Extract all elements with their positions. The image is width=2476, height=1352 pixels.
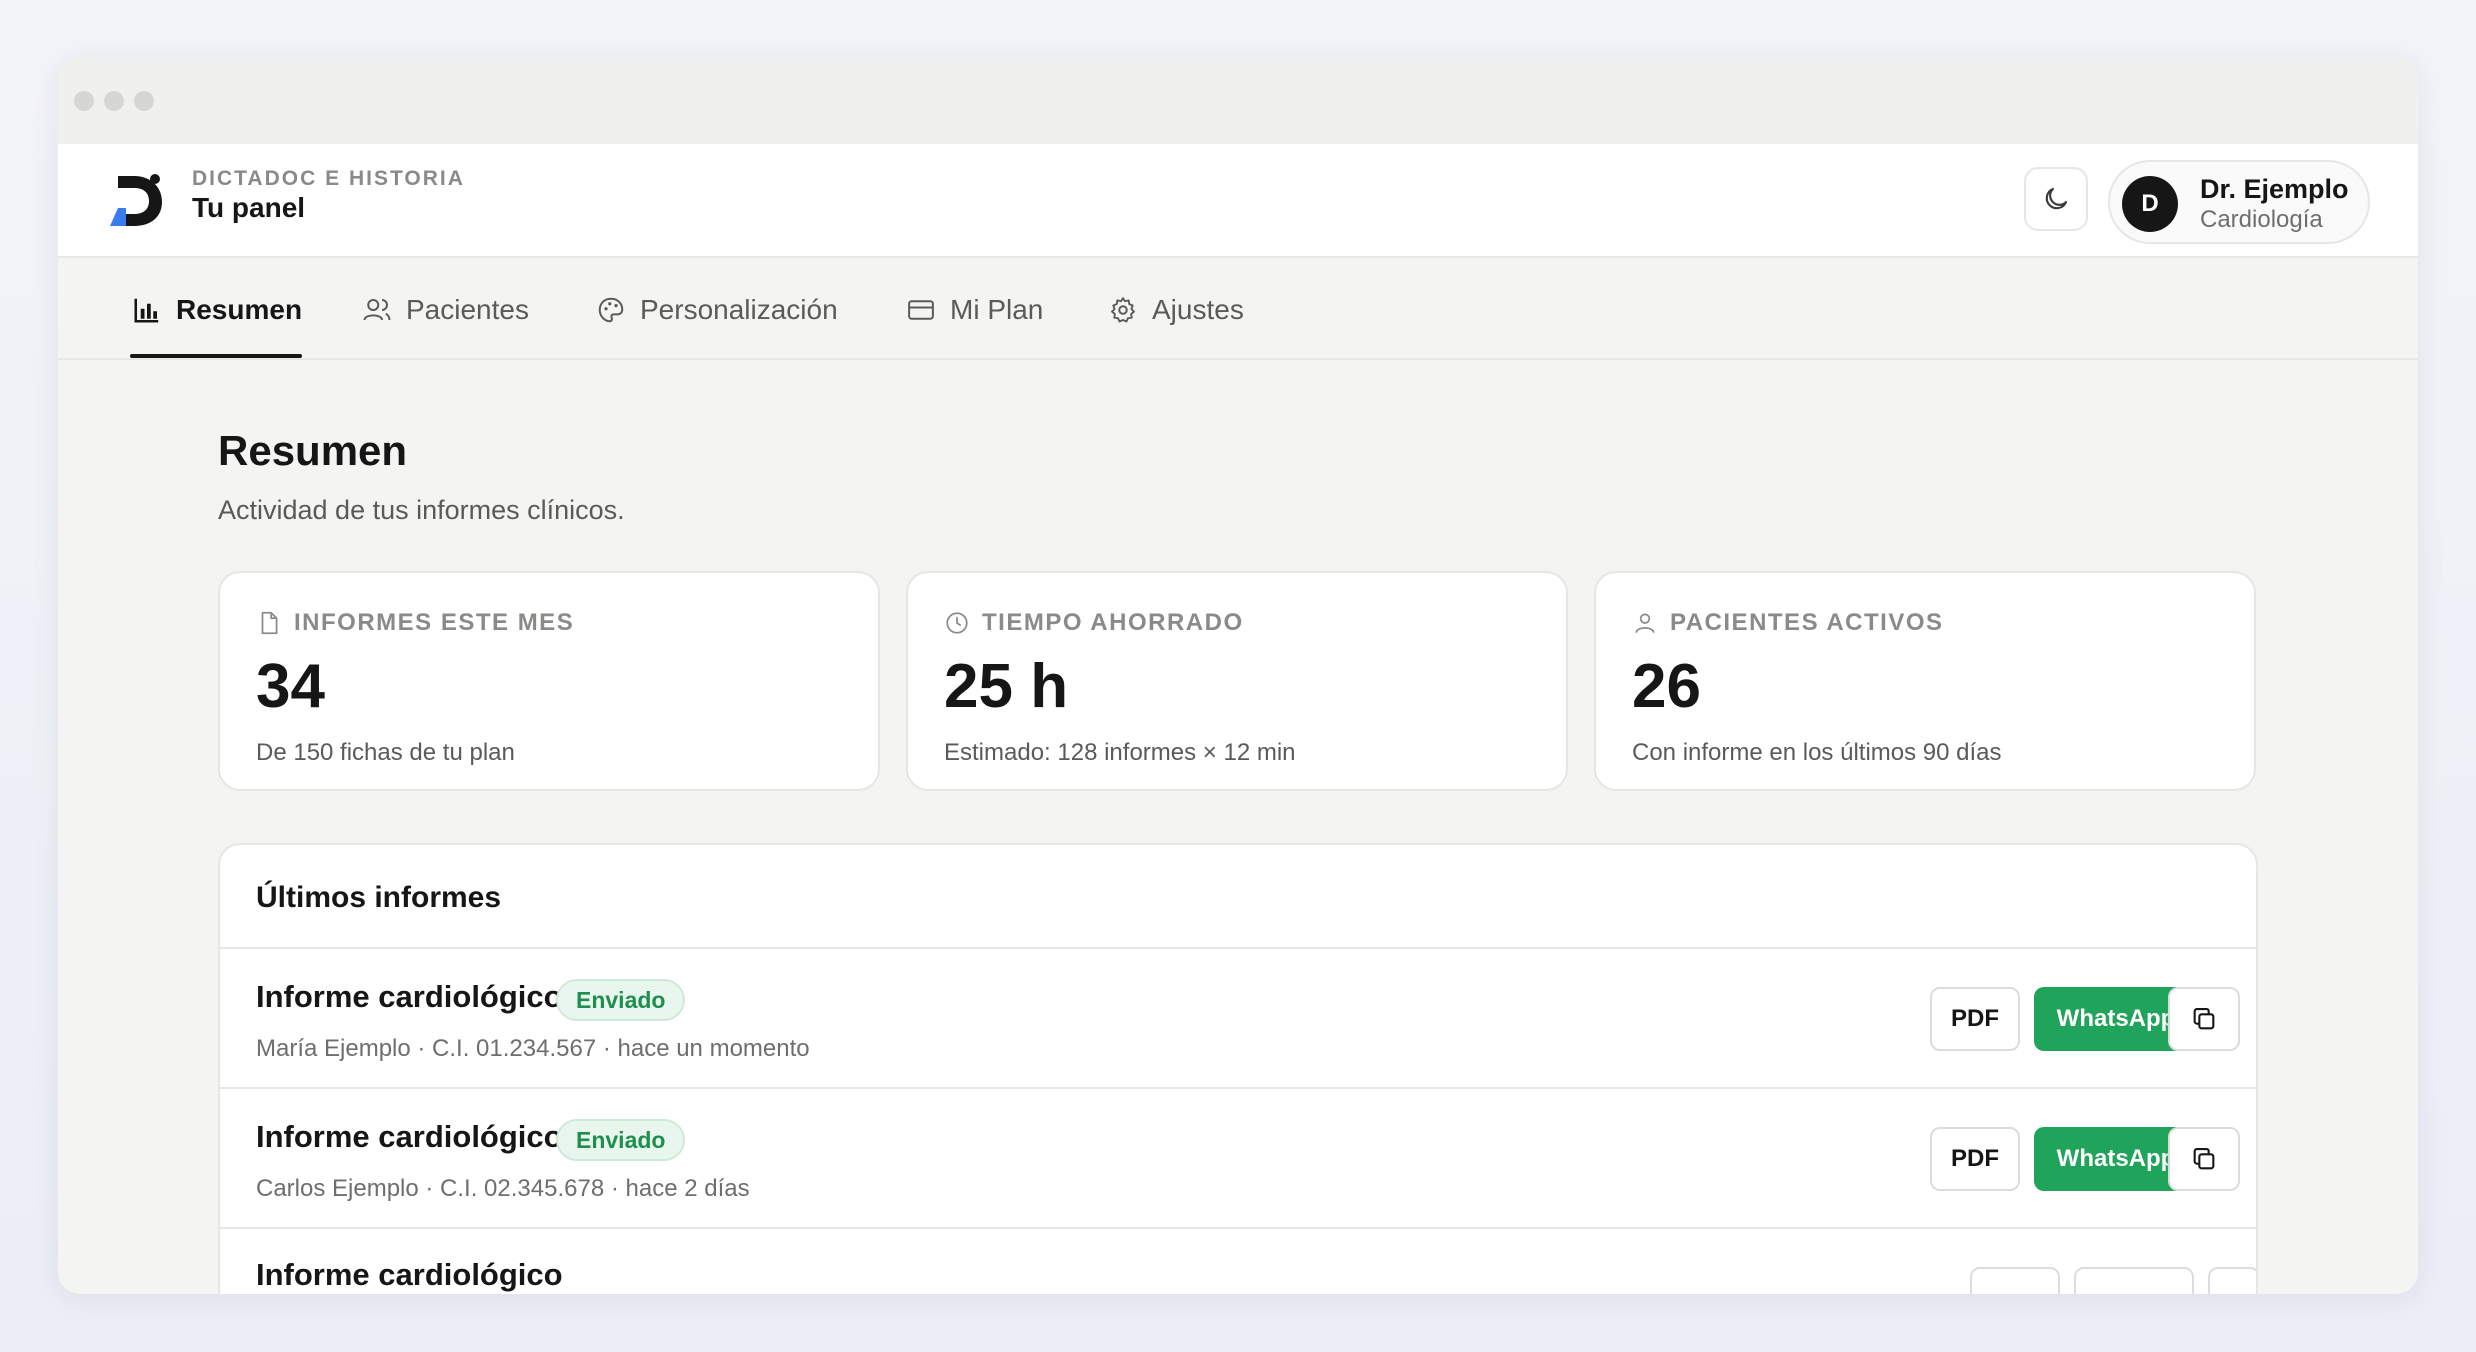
stat-label-text: PACIENTES ACTIVOS	[1670, 609, 1944, 636]
tab-resumen[interactable]: Resumen	[132, 260, 302, 360]
report-meta: Carlos Ejemplo · C.I. 02.345.678 · hace …	[256, 1175, 750, 1202]
copy-icon	[2193, 1148, 2215, 1170]
stat-note: Estimado: 128 informes × 12 min	[944, 739, 1296, 766]
tab-mi-plan[interactable]: Mi Plan	[906, 260, 1043, 360]
avatar: D	[2122, 176, 2178, 232]
file-icon	[261, 611, 278, 635]
page-title: Resumen	[218, 427, 408, 474]
stat-card-pacientes: PACIENTES ACTIVOS 26 Con informe en los …	[1594, 571, 2256, 791]
stat-value: 26	[1632, 652, 1701, 721]
credit-card-icon	[908, 300, 934, 320]
tab-personalizacion[interactable]: Personalización	[596, 260, 838, 360]
pdf-button[interactable]	[1970, 1267, 2060, 1294]
stat-label: TIEMPO AHORRADO	[944, 609, 1244, 637]
tab-label: Pacientes	[406, 294, 529, 325]
stat-card-tiempo: TIEMPO AHORRADO 25 h Estimado: 128 infor…	[906, 571, 1568, 791]
stat-label: PACIENTES ACTIVOS	[1632, 609, 1944, 637]
theme-toggle-button[interactable]	[2024, 167, 2088, 231]
secondary-action-button[interactable]	[2074, 1267, 2194, 1294]
report-title: Informe cardiológico	[256, 1119, 563, 1154]
status-badge: Enviado	[556, 979, 686, 1021]
window-close-dot[interactable]	[74, 91, 94, 111]
tab-label: Personalización	[640, 294, 838, 325]
table-row[interactable]: Informe cardiológico Enviado María Ejemp…	[220, 949, 2256, 1089]
browser-window: DICTADOC E HISTORIA Tu panel D Dr. Ejemp…	[58, 57, 2418, 1294]
reports-card: Últimos informes Informe cardiológico En…	[218, 843, 2258, 1294]
user-menu[interactable]: D Dr. Ejemplo Cardiología	[2108, 160, 2370, 244]
table-row[interactable]: Informe cardiológico	[220, 1229, 2256, 1294]
report-title: Informe cardiológico	[256, 979, 563, 1014]
tab-label: Ajustes	[1152, 294, 1244, 325]
stat-label-text: TIEMPO AHORRADO	[982, 609, 1244, 636]
reports-title: Últimos informes	[256, 881, 502, 914]
stat-value: 34	[256, 652, 325, 721]
clock-icon	[946, 612, 968, 634]
copy-button[interactable]	[2168, 987, 2240, 1051]
pdf-button[interactable]: PDF	[1930, 1127, 2020, 1191]
active-tab-indicator	[130, 354, 302, 358]
user-icon	[1635, 613, 1655, 634]
table-row[interactable]: Informe cardiológico Enviado Carlos Ejem…	[220, 1089, 2256, 1229]
stat-value: 25 h	[944, 652, 1069, 721]
brand-kicker: DICTADOC E HISTORIA	[192, 167, 465, 190]
tab-ajustes[interactable]: Ajustes	[1108, 260, 1244, 360]
window-maximize-dot[interactable]	[134, 91, 154, 111]
moon-icon	[2045, 187, 2068, 210]
palette-icon	[598, 297, 624, 323]
stat-label: INFORMES ESTE MES	[256, 609, 574, 637]
gear-icon	[1111, 297, 1135, 323]
window-minimize-dot[interactable]	[104, 91, 124, 111]
user-name: Dr. Ejemplo	[2200, 174, 2349, 204]
tab-label: Resumen	[176, 294, 303, 325]
app-header: DICTADOC E HISTORIA Tu panel D Dr. Ejemp…	[58, 144, 2418, 258]
stat-card-informes: INFORMES ESTE MES 34 De 150 fichas de tu…	[218, 571, 880, 791]
users-icon	[363, 299, 391, 321]
report-title: Informe cardiológico	[256, 1257, 563, 1292]
stat-note: Con informe en los últimos 90 días	[1632, 739, 2002, 766]
pdf-button[interactable]: PDF	[1930, 987, 2020, 1051]
window-titlebar	[58, 57, 2418, 144]
page-subtitle: Actividad de tus informes clínicos.	[218, 495, 625, 525]
copy-button[interactable]	[2168, 1127, 2240, 1191]
main-nav: Resumen Pacientes Personalización Mi Pla…	[58, 260, 2418, 360]
tab-pacientes[interactable]: Pacientes	[362, 260, 529, 360]
tab-label: Mi Plan	[950, 294, 1044, 325]
dictadoc-logo-icon	[110, 174, 162, 226]
stat-note: De 150 fichas de tu plan	[256, 739, 515, 766]
copy-icon	[2193, 1008, 2215, 1030]
status-badge: Enviado	[556, 1119, 686, 1161]
user-role: Cardiología	[2200, 206, 2323, 233]
stat-label-text: INFORMES ESTE MES	[294, 609, 575, 636]
bar-chart-icon	[134, 298, 159, 323]
brand-title: Tu panel	[192, 192, 306, 223]
copy-button[interactable]	[2208, 1267, 2256, 1294]
report-meta: María Ejemplo · C.I. 01.234.567 · hace u…	[256, 1035, 810, 1062]
